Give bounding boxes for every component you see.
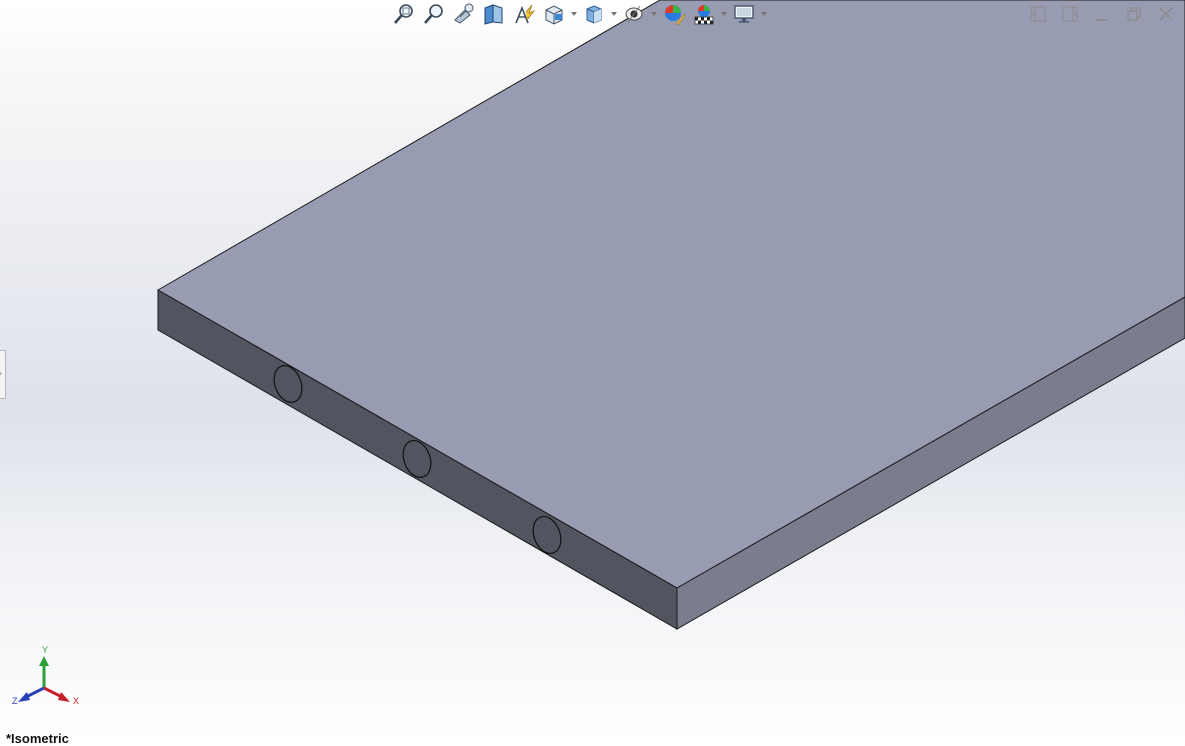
model-top-face[interactable] xyxy=(156,0,1185,589)
chevron-down-icon[interactable] xyxy=(610,0,618,28)
heads-up-view-toolbar xyxy=(390,0,768,28)
z-axis-arrow xyxy=(18,692,30,702)
scene-icon[interactable] xyxy=(690,0,718,28)
close-icon[interactable] xyxy=(1153,2,1179,26)
appearance-icon[interactable] xyxy=(660,0,688,28)
part-model[interactable] xyxy=(0,0,1185,741)
z-axis-label: Z xyxy=(12,696,18,706)
zoom-fit-icon[interactable] xyxy=(390,0,418,28)
feature-manager-toggle[interactable]: › xyxy=(0,350,6,399)
window-controls xyxy=(1025,2,1179,26)
graphics-area[interactable]: › Y X Z *Isometric xyxy=(0,0,1185,746)
section-view-icon[interactable] xyxy=(480,0,508,28)
y-axis-arrow xyxy=(39,656,49,666)
restore-icon[interactable] xyxy=(1121,2,1147,26)
split-left-icon[interactable] xyxy=(1025,2,1051,26)
chevron-right-icon: › xyxy=(0,368,2,378)
previous-view-icon[interactable] xyxy=(450,0,478,28)
annotation-view-icon[interactable] xyxy=(510,0,538,28)
chevron-down-icon[interactable] xyxy=(720,0,728,28)
monitor-icon[interactable] xyxy=(730,0,758,28)
chevron-down-icon[interactable] xyxy=(570,0,578,28)
chevron-down-icon[interactable] xyxy=(760,0,768,28)
eye-icon[interactable] xyxy=(620,0,648,28)
chevron-down-icon[interactable] xyxy=(650,0,658,28)
zoom-area-icon[interactable] xyxy=(420,0,448,28)
split-right-icon[interactable] xyxy=(1057,2,1083,26)
y-axis-label: Y xyxy=(42,645,48,655)
x-axis-arrow xyxy=(58,692,70,702)
view-orientation-label: *Isometric xyxy=(6,731,69,746)
display-style-icon[interactable] xyxy=(580,0,608,28)
minimize-icon[interactable] xyxy=(1089,2,1115,26)
x-axis-label: X xyxy=(73,696,79,706)
view-orientation-icon[interactable] xyxy=(540,0,568,28)
reference-triad[interactable]: Y X Z xyxy=(8,642,88,708)
